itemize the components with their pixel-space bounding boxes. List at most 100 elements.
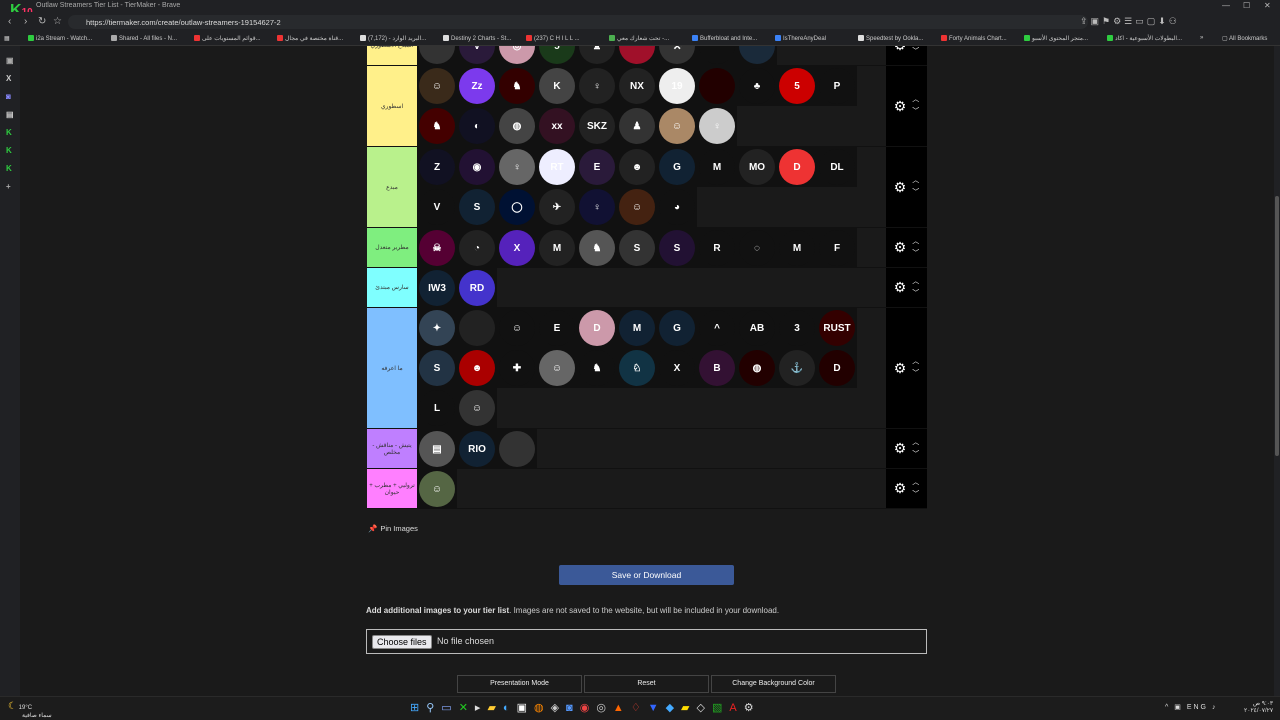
streamer-avatar[interactable]: RT [537,147,577,187]
app-icon[interactable]: ◈ [551,702,566,714]
page-scrollbar[interactable] [1274,46,1280,696]
discord-icon[interactable]: ◙ [566,702,580,714]
bookmark-item[interactable]: IsThereAnyDeal [775,35,826,42]
tray-chevron-icon[interactable]: ^ [1165,704,1170,711]
bookmark-item[interactable]: Shared - All files - N... [111,35,177,42]
change-bg-color-button[interactable]: Change Background Color [711,675,836,693]
reload-icon[interactable]: ↻ [38,16,46,27]
streamer-avatar[interactable]: 3 [777,308,817,348]
app-icon[interactable]: ▧ [712,702,729,714]
app-icon[interactable]: ▰ [681,702,696,714]
streamer-avatar[interactable]: ♜ [577,46,617,66]
tray-icon[interactable]: ▣ [1174,704,1183,711]
streamer-avatar[interactable]: ♀ [577,66,617,106]
apps-icon[interactable]: ▦ [4,35,10,42]
streamer-avatar[interactable] [697,66,737,106]
tier-items[interactable]: V ◎ ↄ ♜ ⚒ [417,46,886,66]
streamer-avatar[interactable]: ♀ [497,147,537,187]
streamer-avatar[interactable]: ♀ [577,187,617,227]
chevron-down-icon[interactable]: ﹀ [912,248,919,260]
tier-label[interactable]: مبدع [367,147,417,227]
chevron-down-icon[interactable]: ﹀ [912,368,919,380]
chevron-up-icon[interactable]: ︿ [912,94,919,106]
start-icon[interactable]: ⊞ [410,702,426,714]
streamer-avatar[interactable]: ☻ [617,147,657,187]
pin-images-toggle[interactable]: 📌 Pin Images [368,524,418,533]
chevron-up-icon[interactable]: ︿ [912,437,919,449]
steam-icon[interactable]: ◎ [596,702,613,714]
tier-items[interactable]: ▤ RIO [417,429,886,469]
chevron-down-icon[interactable]: ﹀ [912,46,919,58]
bookmark-icon[interactable]: ☆ [53,16,62,27]
app-icon[interactable]: ▲ [613,702,631,714]
tier-items[interactable]: IW3 RD [417,268,886,308]
all-bookmarks[interactable]: ▢ All Bookmarks [1222,35,1267,42]
streamer-avatar[interactable]: DL [817,147,857,187]
gear-icon[interactable]: ⚙ [894,360,907,377]
gear-icon[interactable]: ⚙ [894,440,907,457]
bookmark-item[interactable]: قوائم المستويات على... [194,35,261,42]
streamer-avatar[interactable]: ☺ [497,308,537,348]
bookmark-item[interactable]: i2a Stream - Watch... [28,35,92,42]
bookmark-item[interactable]: Forty Animals Chart... [941,35,1007,42]
streamer-avatar[interactable]: ♀ [697,106,737,146]
streamer-avatar[interactable]: IW3 [417,268,457,308]
tier-items[interactable]: ✦ ☺ E D M G ^ AB 3 RUST S ☻ ✚ ☺ ♞ ♘ X B ◍ ⚓ D L ☺ [417,308,886,428]
streamer-avatar[interactable]: ◌ [737,228,777,268]
gear-icon[interactable]: ⚙ [894,239,907,256]
save-download-button[interactable]: Save or Download [559,565,734,585]
streamer-avatar[interactable] [697,46,737,66]
streamer-avatar[interactable]: ◔ [457,228,497,268]
streamer-avatar[interactable]: G [657,308,697,348]
clock[interactable]: ٩:٠٣ ص ٢٠٢٤/٠٧/٢٧ [1244,700,1273,714]
xbox-icon[interactable]: ✕ [459,702,475,714]
app-icon[interactable]: ◉ [580,702,597,714]
streamer-avatar[interactable]: ◯ [497,187,537,227]
close-icon[interactable]: ✕ [1264,1,1271,10]
chevron-down-icon[interactable]: ﹀ [912,187,919,199]
streamer-avatar[interactable]: ◐ [457,106,497,146]
gear-icon[interactable]: ⚙ [894,279,907,296]
maximize-icon[interactable]: ☐ [1243,1,1250,10]
kick-icon[interactable]: K [6,164,12,173]
tier-label[interactable]: يتيش - مناقش - مخلص [367,429,417,468]
streamer-avatar[interactable]: ♣ [737,66,777,106]
tier-label[interactable]: ما اعرفه [367,308,417,428]
streamer-avatar[interactable] [617,46,657,66]
streamer-avatar[interactable]: M [697,147,737,187]
chevron-up-icon[interactable]: ︿ [912,477,919,489]
brave-icon[interactable]: ♢ [631,702,648,714]
chevron-down-icon[interactable]: ﹀ [912,489,919,501]
chevron-up-icon[interactable]: ︿ [912,356,919,368]
streamer-avatar[interactable]: ◕ [657,187,697,227]
vscode-icon[interactable]: ◆ [666,702,681,714]
streamer-avatar[interactable]: SKZ [577,106,617,146]
app-icon[interactable]: ◇ [697,702,712,714]
tier-label[interactable]: المبدع الاسطوري [367,46,417,65]
streamer-avatar[interactable]: ♘ [617,348,657,388]
tier-items[interactable]: ☺ Zz ♞ K ♀ NX 19 ♣ 5 P ♞ ◐ ◍ xx SKZ ♟ ☺ ♀ [417,66,886,146]
streamer-avatar[interactable]: M [777,228,817,268]
streamer-avatar[interactable]: ↄ [537,46,577,66]
streamer-avatar[interactable]: ▤ [417,429,457,469]
system-tray[interactable]: ^ ▣ ENG ♪ [1165,703,1217,711]
forward-icon[interactable]: › [24,16,27,27]
streamer-avatar[interactable]: M [617,308,657,348]
streamer-avatar[interactable]: ⚒ [657,46,697,66]
chevron-up-icon[interactable]: ︿ [912,175,919,187]
app-icon[interactable]: A [729,702,743,714]
chevron-up-icon[interactable]: ︿ [912,236,919,248]
streamer-avatar[interactable]: D [777,147,817,187]
gear-icon[interactable]: ⚙ [894,480,907,497]
streamer-avatar[interactable]: ☺ [417,66,457,106]
streamer-avatar[interactable]: ◎ [497,46,537,66]
gear-icon[interactable]: ⚙ [894,98,907,115]
bookmark-item[interactable]: Bufferbloat and Inte... [692,35,757,42]
volume-icon[interactable]: ♪ [1212,704,1218,711]
streamer-avatar[interactable]: 19 [657,66,697,106]
tier-label[interactable]: مطرير متعدل [367,228,417,267]
streamer-avatar[interactable]: V [457,46,497,66]
streamer-avatar[interactable]: E [577,147,617,187]
streamer-avatar[interactable]: V [417,187,457,227]
streamer-avatar[interactable]: L [417,388,457,428]
